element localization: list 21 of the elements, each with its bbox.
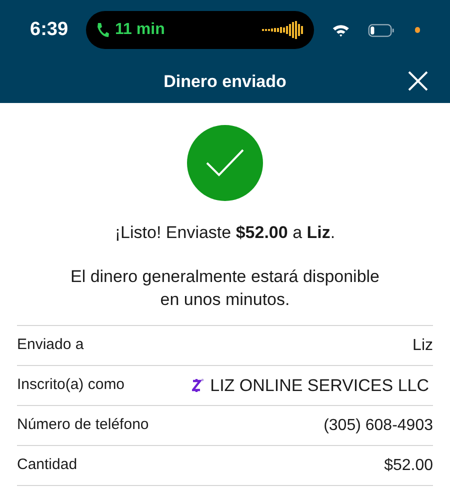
close-button[interactable] <box>406 69 430 93</box>
call-pill[interactable]: 11 min <box>86 11 314 49</box>
confirmation-message: ¡Listo! Enviaste $52.00 a Liz. <box>114 222 336 244</box>
detail-value: $52.00 <box>384 456 433 476</box>
availability-note: El dinero generalmente estará disponible en unos minutos. <box>69 266 381 311</box>
close-icon <box>408 71 428 91</box>
phone-icon <box>96 22 110 38</box>
detail-label: Número de teléfono <box>17 415 149 436</box>
detail-label: Enviado a <box>17 335 84 356</box>
wifi-icon <box>332 22 350 38</box>
battery-icon <box>368 22 395 38</box>
call-duration: 11 min <box>115 20 165 40</box>
detail-label: Inscrito(a) como <box>17 375 125 396</box>
clock-time: 6:39 <box>30 18 68 42</box>
detail-value: LIZ ONLINE SERVICES LLC <box>210 374 429 397</box>
z-logo-icon <box>192 378 204 393</box>
audio-wave-icon <box>262 21 304 39</box>
detail-value: (305) 608-4903 <box>324 416 433 436</box>
header-title: Dinero enviado <box>164 70 286 93</box>
detail-value: Liz <box>412 336 433 356</box>
detail-label: Cantidad <box>17 455 78 476</box>
